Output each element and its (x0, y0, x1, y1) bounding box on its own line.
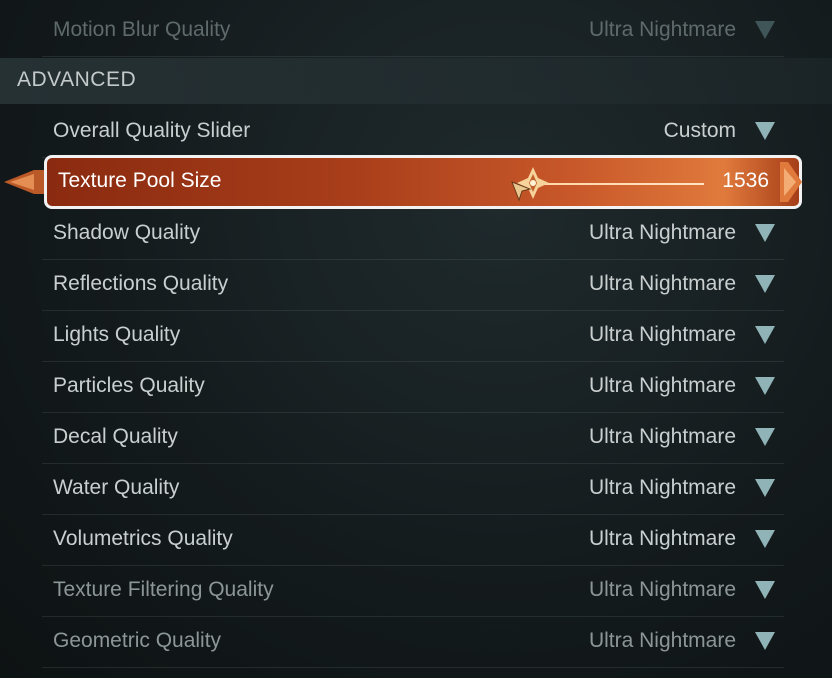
setting-row-decal-quality[interactable]: Decal Quality Ultra Nightmare (42, 413, 784, 464)
chevron-down-icon[interactable] (754, 19, 776, 41)
setting-value: Ultra Nightmare (588, 374, 736, 397)
setting-value: Ultra Nightmare (588, 476, 736, 499)
chevron-down-icon[interactable] (754, 375, 776, 397)
setting-row-motion-blur[interactable]: Motion Blur Quality Ultra Nightmare (42, 6, 784, 57)
setting-row-shadow-quality[interactable]: Shadow Quality Ultra Nightmare (42, 209, 784, 260)
setting-label: Shadow Quality (53, 221, 201, 244)
setting-row-overall-quality[interactable]: Overall Quality Slider Custom (42, 107, 784, 158)
setting-value: Custom (663, 119, 736, 142)
setting-label: Volumetrics Quality (53, 527, 233, 550)
setting-value: Ultra Nightmare (588, 18, 736, 41)
chevron-down-icon[interactable] (754, 273, 776, 295)
chevron-down-icon[interactable] (754, 528, 776, 550)
chevron-down-icon[interactable] (754, 579, 776, 601)
setting-value: Ultra Nightmare (588, 527, 736, 550)
setting-row-geometric-quality[interactable]: Geometric Quality Ultra Nightmare (42, 617, 784, 668)
setting-value: Ultra Nightmare (588, 578, 736, 601)
setting-row-texture-filtering-quality[interactable]: Texture Filtering Quality Ultra Nightmar… (42, 566, 784, 617)
chevron-down-icon[interactable] (754, 477, 776, 499)
selection-glow-left (4, 170, 48, 194)
setting-row-texture-pool-size[interactable]: Texture Pool Size 1536 (44, 155, 802, 209)
setting-value: Ultra Nightmare (588, 221, 736, 244)
setting-label: Motion Blur Quality (53, 18, 231, 41)
setting-label: Texture Pool Size (58, 169, 222, 192)
pointer-cursor-icon (511, 181, 532, 202)
setting-value: Ultra Nightmare (588, 425, 736, 448)
chevron-down-icon[interactable] (754, 120, 776, 142)
setting-label: Water Quality (53, 476, 180, 499)
chevron-down-icon[interactable] (754, 222, 776, 244)
setting-value: Ultra Nightmare (588, 272, 736, 295)
setting-row-volumetrics-quality[interactable]: Volumetrics Quality Ultra Nightmare (42, 515, 784, 566)
section-title: ADVANCED (17, 68, 137, 91)
slider-track[interactable] (532, 183, 704, 185)
setting-row-reflections-quality[interactable]: Reflections Quality Ultra Nightmare (42, 260, 784, 311)
setting-label: Decal Quality (53, 425, 178, 448)
setting-value: Ultra Nightmare (588, 629, 736, 652)
setting-row-particles-quality[interactable]: Particles Quality Ultra Nightmare (42, 362, 784, 413)
setting-value: Ultra Nightmare (588, 323, 736, 346)
setting-label: Reflections Quality (53, 272, 229, 295)
setting-label: Geometric Quality (53, 629, 222, 652)
setting-label: Particles Quality (53, 374, 205, 397)
setting-row-lights-quality[interactable]: Lights Quality Ultra Nightmare (42, 311, 784, 362)
setting-label: Overall Quality Slider (53, 119, 251, 142)
setting-label: Lights Quality (53, 323, 181, 346)
settings-panel: Motion Blur Quality Ultra Nightmare ADVA… (0, 0, 832, 678)
slider-value: 1536 (722, 169, 769, 192)
section-header-advanced: ADVANCED (0, 58, 832, 104)
setting-row-water-quality[interactable]: Water Quality Ultra Nightmare (42, 464, 784, 515)
chevron-down-icon[interactable] (754, 324, 776, 346)
setting-label: Texture Filtering Quality (53, 578, 274, 601)
chevron-down-icon[interactable] (754, 630, 776, 652)
chevron-down-icon[interactable] (754, 426, 776, 448)
selection-glow-right (780, 162, 802, 202)
